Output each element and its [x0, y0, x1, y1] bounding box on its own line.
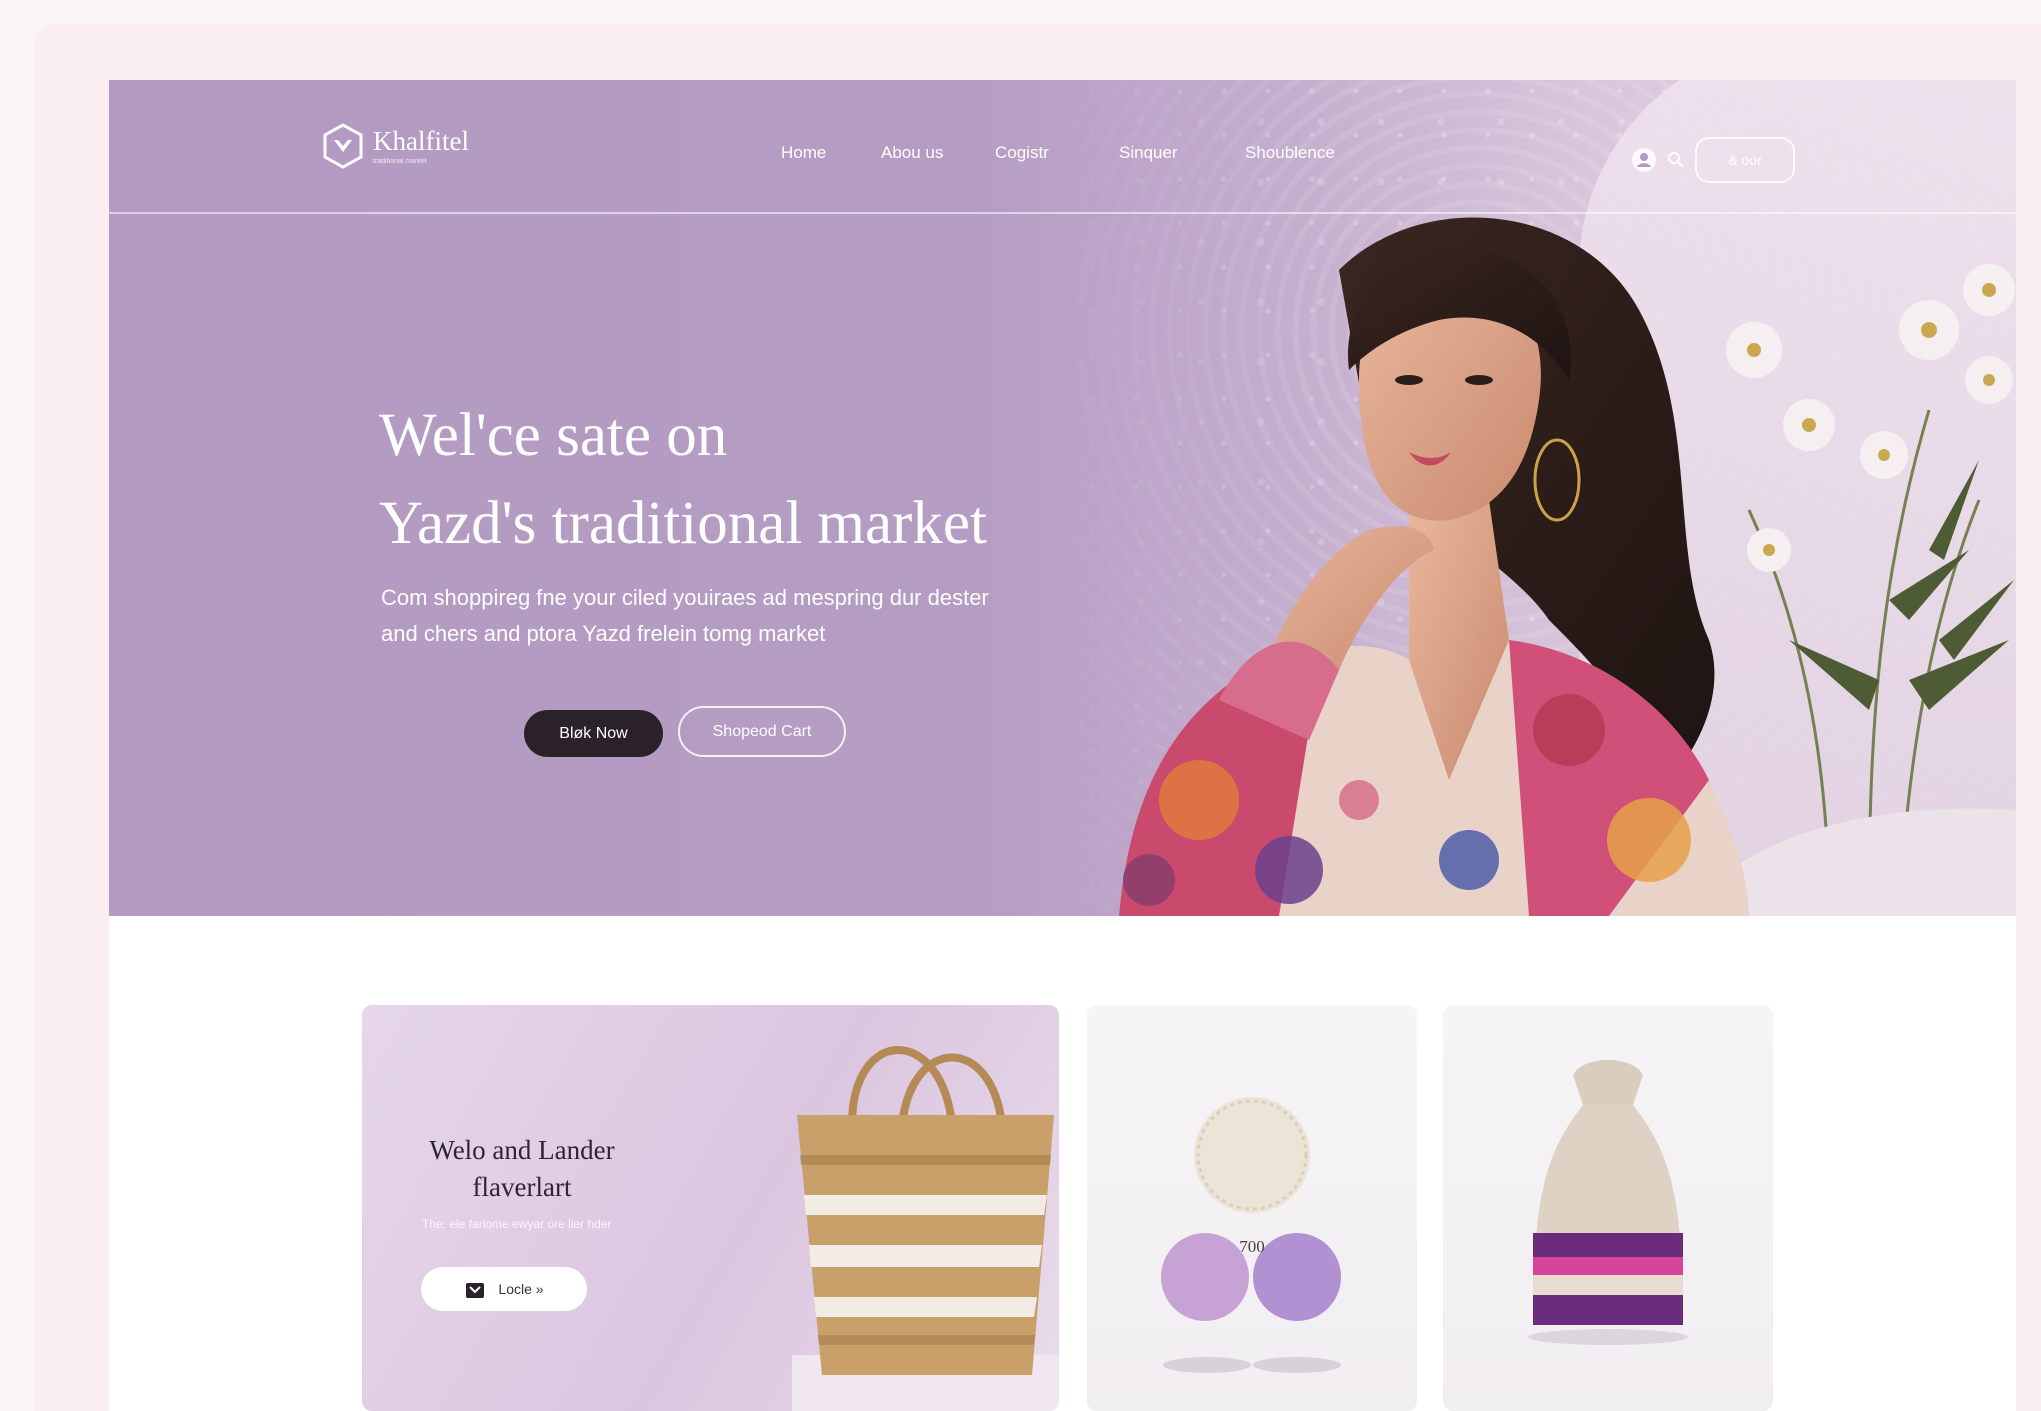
product-card-pouch[interactable]	[1443, 1005, 1773, 1411]
hero-subtext-line1: Com shoppireg fne your ciled youiraes ad…	[381, 585, 989, 610]
promo-card[interactable]: Welo and Lander flaverlart The: ele farl…	[362, 1005, 1059, 1411]
nav-item-home[interactable]: Home	[781, 143, 881, 163]
soap-balls-image	[1161, 1097, 1341, 1373]
nav-item-about[interactable]: Abou us	[881, 143, 995, 163]
shopping-cart-button[interactable]: Shopeod Cart	[678, 706, 846, 757]
header-utilities: & oor	[1631, 137, 1795, 183]
nav-item-catalog[interactable]: Cogistr	[995, 143, 1119, 163]
promo-title-line1: Welo and Lander	[429, 1135, 615, 1165]
landing-page: Khalfitel traditional market Home Abou u…	[109, 80, 2016, 1411]
promo-subtitle: The: ele farlome ewyar ore ller hder	[422, 1217, 612, 1231]
bag-icon	[466, 1283, 485, 1298]
main-nav: Home Abou us Cogistr Sinquer Shoublence	[781, 143, 1375, 163]
promo-title: Welo and Lander flaverlart	[402, 1132, 642, 1206]
logo-icon	[323, 123, 363, 169]
search-icon[interactable]	[1667, 151, 1685, 169]
brand-logo[interactable]: Khalfitel traditional market	[321, 122, 469, 170]
brand-tagline: traditional market	[373, 157, 427, 165]
hero-subtext: Com shoppireg fne your ciled youiraes ad…	[381, 580, 1081, 652]
promo-button[interactable]: Locle »	[421, 1267, 587, 1311]
drawstring-pouch-image	[1528, 1060, 1688, 1345]
product-seal-label: 700	[1239, 1237, 1265, 1256]
account-icon[interactable]	[1631, 147, 1657, 173]
promo-title-line2: flaverlart	[472, 1172, 572, 1202]
hero-headline: Wel'ce sate on Yazd's traditional market	[379, 392, 987, 568]
woven-basket-image	[792, 1046, 1059, 1411]
nav-item-contact[interactable]: Shoublence	[1245, 143, 1375, 163]
hero-subtext-line2: and chers and ptora Yazd frelein tomg ma…	[381, 621, 826, 646]
hero-headline-line1: Wel'ce sate on	[379, 402, 728, 469]
header-divider	[109, 212, 2016, 214]
shop-now-button[interactable]: Bløk Now	[524, 710, 663, 757]
nav-item-shop[interactable]: Sinquer	[1119, 143, 1245, 163]
hero-headline-line2: Yazd's traditional market	[379, 490, 987, 557]
promo-button-label: Locle »	[498, 1281, 544, 1297]
signin-button[interactable]: & oor	[1695, 137, 1795, 183]
product-card-soaps[interactable]: 700	[1087, 1005, 1417, 1411]
brand-name: Khalfitel	[373, 125, 469, 156]
hero-section: Khalfitel traditional market Home Abou u…	[109, 80, 2016, 916]
